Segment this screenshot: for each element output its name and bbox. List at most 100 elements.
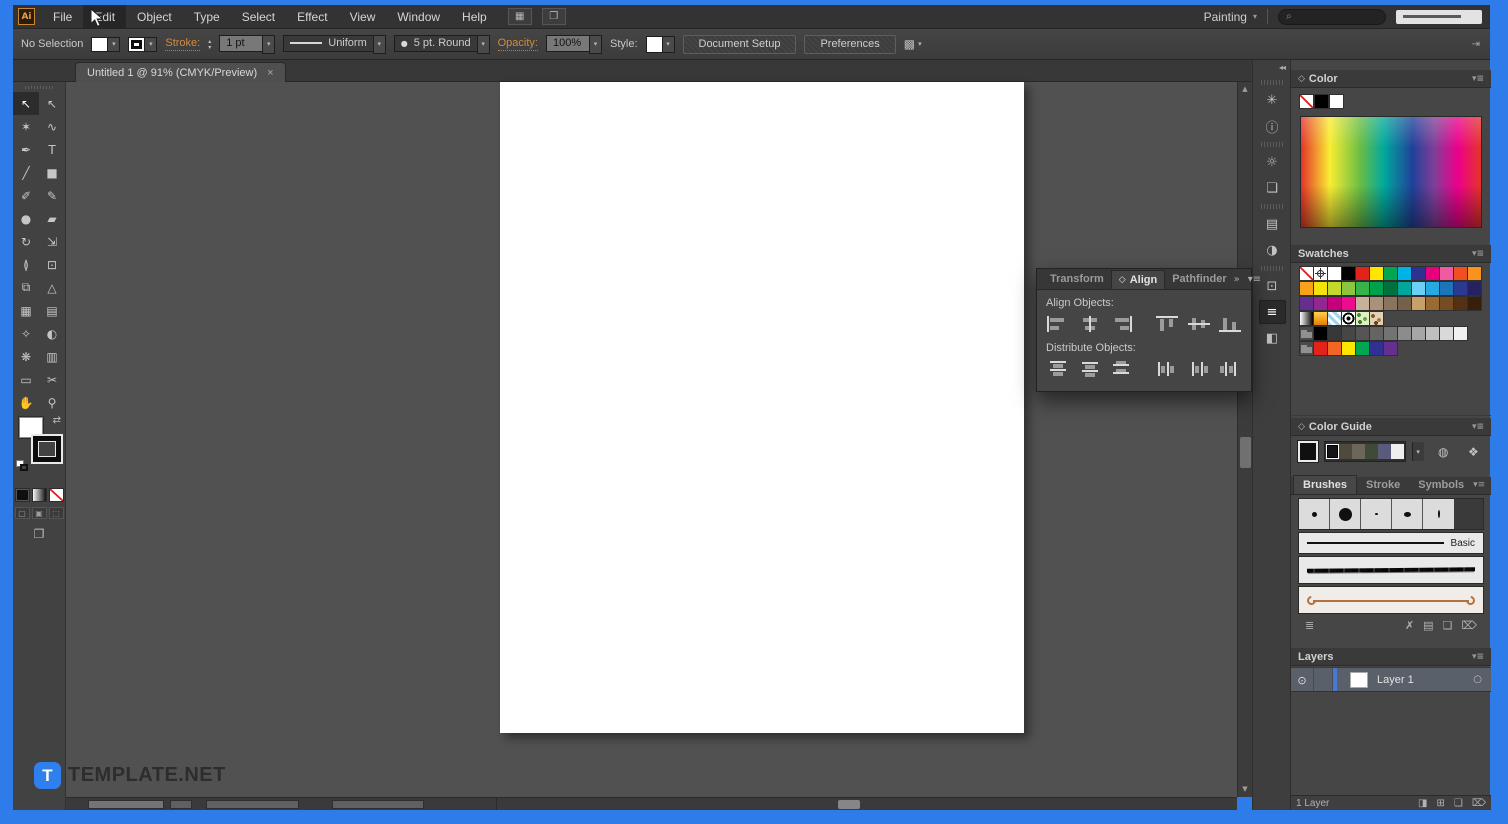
color-swatch[interactable] (1440, 327, 1453, 340)
horizontal-distribute-center-button[interactable] (1187, 359, 1211, 379)
menu-view[interactable]: View (339, 5, 387, 28)
vertical-align-center-button[interactable] (1187, 314, 1211, 334)
lasso-tool[interactable]: ∿ (39, 115, 65, 138)
color-swatch[interactable] (1398, 297, 1411, 310)
artboard[interactable] (500, 82, 1024, 733)
color-swatch[interactable] (1328, 342, 1341, 355)
none-mode-button[interactable] (49, 488, 64, 502)
color-swatch[interactable] (1412, 327, 1425, 340)
calligraphic-brush[interactable] (1392, 499, 1423, 529)
color-swatch[interactable] (1440, 297, 1453, 310)
color-swatch[interactable] (1440, 282, 1453, 295)
scroll-up-icon[interactable]: ▲ (1238, 83, 1252, 96)
remove-brush-stroke-icon[interactable]: ✗ (1405, 619, 1414, 632)
arrange-documents-icon[interactable]: ❐ (542, 8, 566, 25)
color-guide-swatch[interactable] (1326, 444, 1339, 459)
vertical-distribute-bottom-button[interactable] (1109, 359, 1133, 379)
brush-options-icon[interactable]: ▤ (1423, 619, 1433, 632)
color-guide-swatch[interactable] (1378, 444, 1391, 459)
rectangle-tool[interactable]: ■ (39, 161, 65, 184)
menu-edit[interactable]: Edit (83, 5, 126, 28)
color-swatch[interactable] (1356, 342, 1369, 355)
style-swatch[interactable] (646, 36, 663, 53)
tab-stroke[interactable]: Stroke (1357, 476, 1409, 494)
artboard-nav-arrows[interactable] (332, 800, 424, 809)
panel-menu-icon[interactable]: ▾≡ (1472, 652, 1484, 662)
color-swatch[interactable] (1370, 297, 1383, 310)
canvas-area[interactable] (66, 82, 1237, 797)
vertical-scroll-thumb[interactable] (1240, 437, 1251, 468)
charcoal-brush-row[interactable] (1298, 556, 1484, 584)
color-swatch[interactable] (1356, 327, 1369, 340)
menu-object[interactable]: Object (126, 5, 183, 28)
workspace-switcher[interactable]: Painting ▾ (1204, 10, 1257, 24)
color-swatch[interactable] (1314, 342, 1327, 355)
edit-colors-icon[interactable]: ❖ (1463, 442, 1484, 461)
swap-fill-stroke-icon[interactable]: ⇄ (53, 415, 61, 426)
layers-panel-header[interactable]: Layers ▾≡ (1291, 648, 1491, 666)
fill-color-swatch[interactable] (91, 37, 108, 52)
gradient-mode-button[interactable] (32, 488, 47, 502)
color-swatch[interactable] (1356, 282, 1369, 295)
color-swatch[interactable] (1342, 297, 1355, 310)
panel-menu-icon[interactable]: ▾≡ (1472, 249, 1484, 259)
swatch-reg[interactable] (1314, 267, 1327, 280)
swatch-p2[interactable] (1356, 312, 1369, 325)
menu-select[interactable]: Select (231, 5, 286, 28)
direct-selection-tool[interactable]: ↖ (39, 92, 65, 115)
color-swatch[interactable] (1384, 327, 1397, 340)
horizontal-scroll-thumb[interactable] (838, 800, 860, 809)
delete-brush-icon[interactable]: ⌦ (1461, 619, 1477, 632)
visibility-eye-icon[interactable]: ⊙ (1291, 668, 1314, 691)
width-profile-combo[interactable]: Uniform (283, 35, 374, 52)
horizontal-distribute-right-button[interactable] (1218, 359, 1242, 379)
tab-align[interactable]: ◇ Align (1111, 270, 1165, 289)
shape-builder-tool[interactable]: ⧉ (13, 276, 39, 299)
color-swatch[interactable] (1384, 342, 1397, 355)
zoom-dropdown[interactable] (170, 800, 192, 809)
menu-effect[interactable]: Effect (286, 5, 338, 28)
color-swatch[interactable] (1454, 297, 1467, 310)
color-swatch[interactable] (1370, 267, 1383, 280)
menu-file[interactable]: File (42, 5, 83, 28)
harmony-dropdown[interactable]: ▾ (1412, 442, 1424, 461)
eraser-tool[interactable]: ▰ (39, 207, 65, 230)
color-swatch[interactable] (1370, 282, 1383, 295)
vertical-distribute-center-button[interactable] (1078, 359, 1102, 379)
layer-target-icon[interactable]: ○ (1473, 674, 1482, 685)
eyedropper-tool[interactable]: ✧ (13, 322, 39, 345)
new-sublayer-icon[interactable]: ⊞ (1437, 798, 1445, 809)
line-segment-tool[interactable]: ╱ (13, 161, 39, 184)
column-graph-tool[interactable]: ▥ (39, 345, 65, 368)
stroke-weight-dropdown[interactable]: ▾ (262, 35, 275, 54)
color-swatch[interactable] (1384, 267, 1397, 280)
swatch-p1[interactable] (1328, 312, 1341, 325)
align-panel-icon[interactable]: ≡ (1259, 300, 1286, 324)
color-swatch[interactable] (1412, 267, 1425, 280)
close-document-icon[interactable]: × (267, 67, 273, 79)
control-bar-menu-icon[interactable]: ⇥ (1472, 39, 1482, 50)
swatch-p3[interactable] (1370, 312, 1383, 325)
opacity-field[interactable]: 100% (546, 35, 590, 52)
gradient-panel-icon[interactable]: ▤ (1259, 212, 1286, 236)
width-profile-dropdown[interactable]: ▾ (373, 35, 386, 54)
stroke-panel-link[interactable]: Stroke: (165, 37, 200, 51)
delete-layer-icon[interactable]: ⌦ (1472, 798, 1486, 809)
default-fill-stroke-icon[interactable] (16, 460, 30, 472)
layer-thumbnail[interactable] (1350, 672, 1368, 688)
artboard-navigation[interactable] (206, 800, 299, 809)
calligraphic-brush[interactable] (1361, 499, 1392, 529)
color-swatch[interactable] (1315, 95, 1328, 108)
expand-panel-icon[interactable]: » (1234, 274, 1240, 285)
panel-menu-icon[interactable]: ▾≡ (1472, 422, 1484, 432)
style-dropdown[interactable]: ▾ (662, 36, 675, 53)
color-swatch[interactable] (1356, 267, 1369, 280)
graphic-styles-panel-icon[interactable]: ❏ (1259, 176, 1286, 200)
color-swatch[interactable] (1440, 267, 1453, 280)
limit-colors-icon[interactable]: ◍ (1433, 442, 1454, 461)
color-swatch[interactable] (1398, 327, 1411, 340)
zoom-tool[interactable]: ⚲ (39, 391, 65, 414)
tab-pathfinder[interactable]: Pathfinder (1165, 270, 1233, 288)
hand-tool[interactable]: ✋ (13, 391, 39, 414)
mesh-tool[interactable]: ▦ (13, 299, 39, 322)
